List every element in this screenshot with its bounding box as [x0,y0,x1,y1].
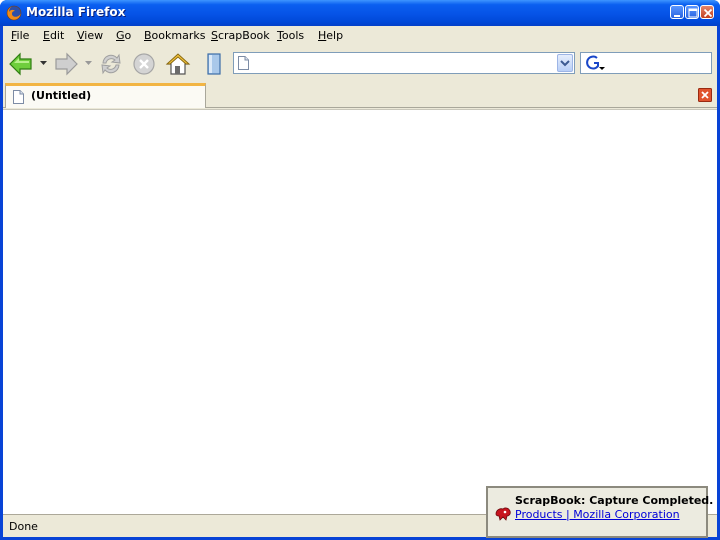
search-bar[interactable] [580,52,712,74]
browser-window: Mozilla Firefox File Edit View Go Bookma… [0,0,720,540]
url-bar[interactable] [233,52,575,74]
minimize-icon [674,15,680,17]
notification-link[interactable]: Products | Mozilla Corporation [515,508,680,521]
url-input[interactable] [254,56,554,70]
chevron-down-icon [560,60,570,67]
google-icon[interactable] [584,54,606,72]
menu-edit[interactable]: Edit [43,29,64,42]
tab-untitled[interactable]: (Untitled) [5,83,206,108]
menu-bookmarks[interactable]: Bookmarks [144,29,205,42]
scrapbook-sidebar-icon[interactable] [201,51,227,77]
navigation-toolbar [3,47,717,81]
title-bar[interactable]: Mozilla Firefox [0,0,720,26]
firefox-icon [6,5,22,21]
menu-tools[interactable]: Tools [277,29,304,42]
home-icon[interactable] [165,51,191,77]
page-content-area[interactable] [3,109,717,514]
stop-icon[interactable] [131,51,157,77]
scrapbook-icon [495,507,511,521]
search-input[interactable] [607,56,707,70]
menu-file[interactable]: File [11,29,29,42]
close-icon [703,8,713,18]
menu-view[interactable]: View [77,29,103,42]
menu-help[interactable]: Help [318,29,343,42]
maximize-button[interactable] [685,5,699,19]
close-tab-icon[interactable] [698,88,712,102]
notification-title: ScrapBook: Capture Completed. [515,494,714,507]
browser-client-area: File Edit View Go Bookmarks ScrapBook To… [3,26,717,537]
scrapbook-notification: ScrapBook: Capture Completed. Products |… [486,486,713,538]
menu-bar: File Edit View Go Bookmarks ScrapBook To… [3,26,717,46]
maximize-icon [688,8,698,18]
reload-icon[interactable] [98,51,124,77]
tab-label: (Untitled) [31,89,92,102]
forward-icon[interactable] [53,51,79,77]
forward-dropdown-icon[interactable] [85,61,92,66]
minimize-button[interactable] [670,5,684,19]
menu-scrapbook[interactable]: ScrapBook [211,29,270,42]
url-dropdown-button[interactable] [557,54,573,72]
page-icon [13,90,24,104]
tab-strip: (Untitled) [3,81,717,108]
window-title: Mozilla Firefox [26,5,126,19]
back-dropdown-icon[interactable] [40,61,47,66]
page-icon [238,56,249,70]
status-text: Done [9,520,38,533]
menu-go[interactable]: Go [116,29,131,42]
back-icon[interactable] [8,51,34,77]
close-button[interactable] [700,5,714,19]
